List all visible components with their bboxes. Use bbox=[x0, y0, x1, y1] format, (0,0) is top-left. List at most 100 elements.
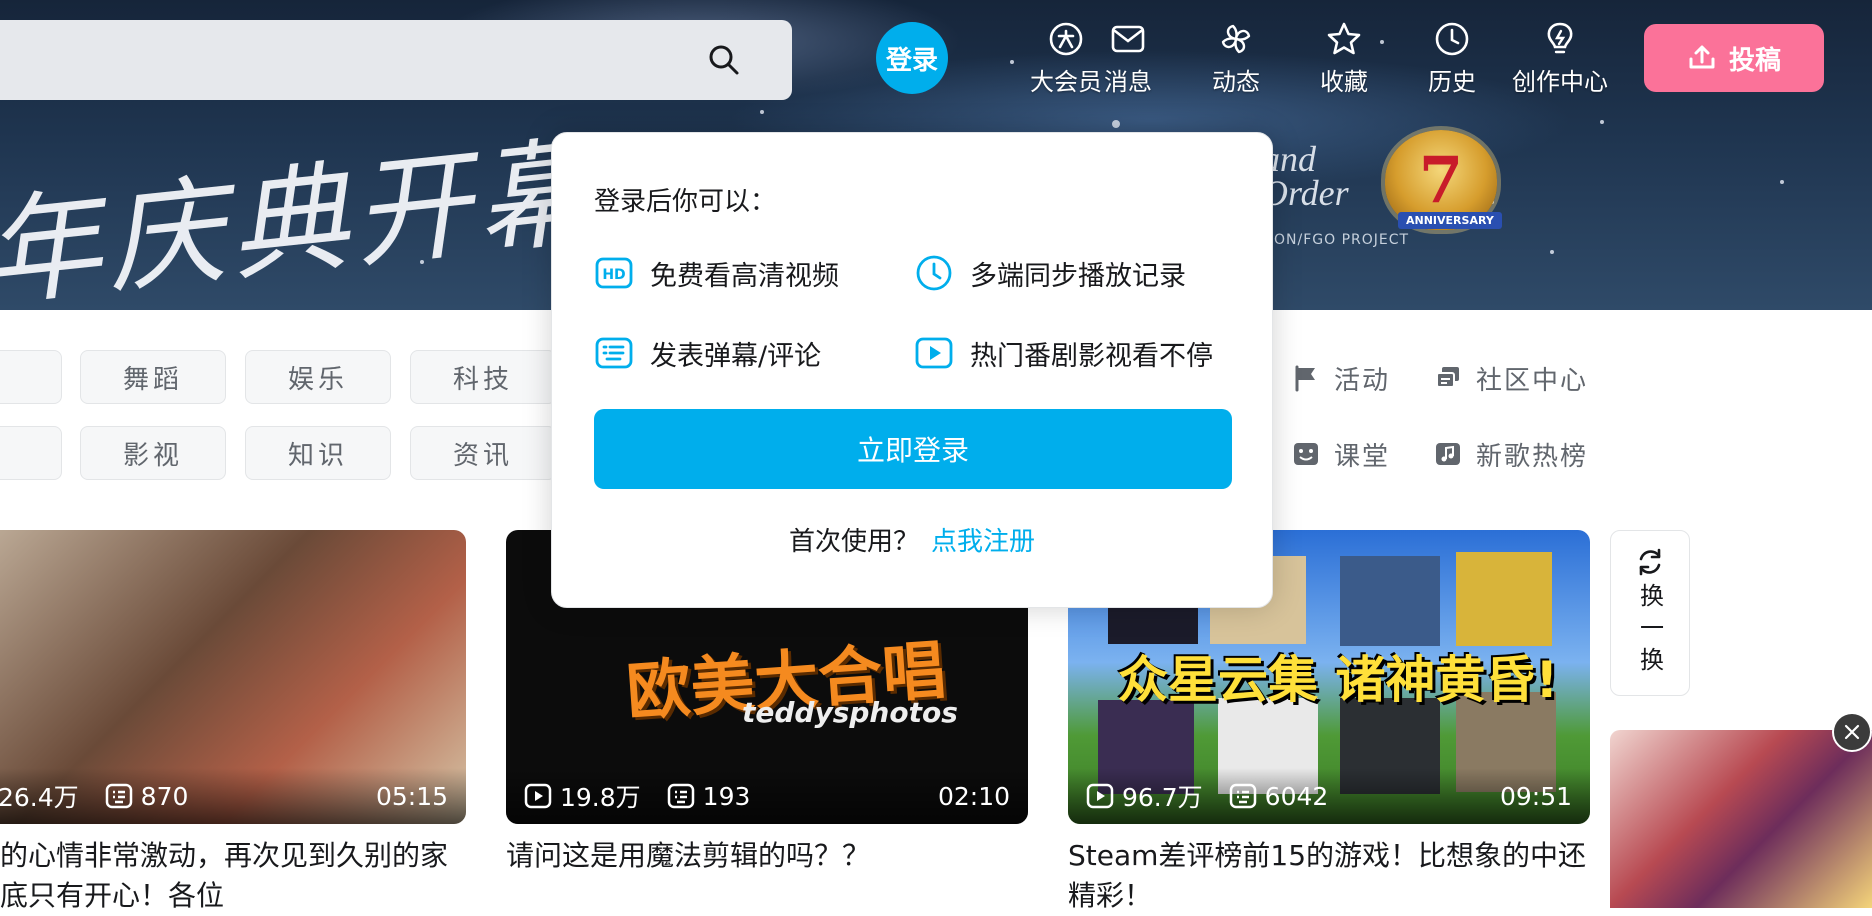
clock-icon bbox=[1435, 22, 1469, 56]
benefit-item: HD 免费看高清视频 bbox=[594, 253, 839, 293]
view-count-value: 19.8万 bbox=[560, 783, 641, 812]
nav-messages-label: 消息 bbox=[1104, 68, 1152, 96]
register-prompt: 首次使用？ 点我注册 bbox=[552, 521, 1272, 558]
danmaku-icon bbox=[667, 783, 694, 809]
ad-thumbnail[interactable] bbox=[1610, 730, 1872, 908]
category-tag[interactable]: 影视 bbox=[80, 426, 226, 480]
nav-history[interactable]: 历史 bbox=[1402, 20, 1502, 100]
category-tag[interactable]: 乐 bbox=[0, 426, 62, 480]
view-count-value: 26.4万 bbox=[0, 783, 79, 812]
banner-logo-line1: and bbox=[1262, 139, 1316, 179]
ad-close-button[interactable] bbox=[1832, 712, 1872, 752]
pinwheel-icon bbox=[1221, 24, 1251, 54]
side-link-community[interactable]: 社区中心 bbox=[1434, 356, 1588, 400]
video-duration: 02:10 bbox=[937, 781, 1010, 811]
side-link-activity[interactable]: 活动 bbox=[1292, 356, 1390, 400]
benefit-label: 免费看高清视频 bbox=[650, 260, 839, 292]
play-icon bbox=[915, 337, 953, 369]
register-link[interactable]: 点我注册 bbox=[931, 527, 1035, 557]
nav-creator-center[interactable]: 创作中心 bbox=[1510, 20, 1610, 100]
side-link-classroom[interactable]: 课堂 bbox=[1292, 432, 1390, 476]
video-thumbnail[interactable]: 26.4万 870 05:15 bbox=[0, 530, 466, 824]
message-icon bbox=[1111, 25, 1145, 53]
video-title[interactable]: 请问这是用魔法剪辑的吗？？ bbox=[506, 836, 1028, 916]
login-now-button[interactable]: 立即登录 bbox=[594, 409, 1232, 489]
nav-dynamics-label: 动态 bbox=[1212, 68, 1260, 96]
upload-button[interactable]: 投稿 bbox=[1644, 24, 1824, 92]
benefit-label: 发表弹幕/评论 bbox=[650, 340, 822, 372]
search-icon[interactable] bbox=[706, 42, 742, 78]
benefit-item: 发表弹幕/评论 bbox=[594, 333, 821, 373]
search-input[interactable] bbox=[20, 38, 704, 84]
benefit-label: 热门番剧影视看不停 bbox=[970, 340, 1213, 372]
benefit-item: 多端同步播放记录 bbox=[914, 253, 1186, 293]
login-popover: 登录后你可以： HD 免费看高清视频 多端同步播放记录 发表弹幕/评论 热门番剧… bbox=[551, 132, 1273, 608]
thumbnail-overlay-text: 众星云集 诸神黄昏! bbox=[1118, 651, 1559, 709]
danmaku-count: 193 bbox=[667, 781, 751, 811]
side-link-label: 活动 bbox=[1334, 365, 1391, 396]
svg-text:HD: HD bbox=[602, 267, 625, 283]
danmaku-icon bbox=[105, 783, 132, 809]
nav-favorites[interactable]: 收藏 bbox=[1294, 20, 1394, 100]
nav-messages[interactable]: 消息 bbox=[1078, 20, 1178, 100]
refresh-button[interactable]: 换一换 bbox=[1610, 530, 1690, 696]
video-duration: 09:51 bbox=[1499, 781, 1572, 811]
login-avatar-button[interactable]: 登录 bbox=[876, 22, 948, 94]
view-count: 19.8万 bbox=[524, 778, 641, 814]
side-link-label: 社区中心 bbox=[1476, 365, 1589, 396]
game-cover bbox=[1340, 556, 1440, 646]
popover-title: 登录后你可以： bbox=[594, 187, 777, 217]
upload-icon bbox=[1689, 45, 1715, 69]
clock-icon bbox=[916, 255, 952, 291]
side-link-label: 新歌热榜 bbox=[1476, 441, 1589, 472]
lightbulb-icon bbox=[1547, 22, 1573, 54]
classroom-icon bbox=[1294, 443, 1318, 465]
nav-history-label: 历史 bbox=[1428, 68, 1476, 96]
side-link-label: 课堂 bbox=[1334, 441, 1391, 472]
upload-label: 投稿 bbox=[1728, 45, 1781, 76]
game-cover bbox=[1456, 552, 1552, 646]
video-title[interactable]: Steam差评榜前15的游戏！比想象的中还精彩！ bbox=[1068, 836, 1590, 916]
video-title[interactable]: 到家的心情非常激动，再次见到久别的家人心底只有开心！各位 bbox=[0, 836, 466, 916]
category-tag[interactable]: 资讯 bbox=[410, 426, 556, 480]
view-count-value: 96.7万 bbox=[1122, 783, 1203, 812]
view-count: 26.4万 bbox=[0, 778, 79, 814]
banner-logo-sub: OON/FGO PROJECT bbox=[1262, 232, 1410, 248]
refresh-icon bbox=[1639, 548, 1661, 576]
hd-icon: HD bbox=[595, 257, 633, 289]
banner-logo-line2: Order bbox=[1262, 173, 1349, 213]
video-meta: 96.7万 6042 09:51 bbox=[1068, 768, 1590, 824]
close-icon bbox=[1844, 724, 1860, 740]
video-meta: 26.4万 870 05:15 bbox=[0, 768, 466, 824]
nav-favorites-label: 收藏 bbox=[1320, 68, 1368, 96]
category-tag[interactable]: 科技 bbox=[410, 350, 556, 404]
view-count: 96.7万 bbox=[1086, 778, 1203, 814]
star-icon bbox=[1327, 22, 1361, 55]
side-link-music[interactable]: 新歌热榜 bbox=[1434, 432, 1588, 476]
search-bar bbox=[0, 20, 792, 100]
danmaku-count-value: 870 bbox=[140, 781, 189, 811]
category-tag[interactable]: 娱乐 bbox=[245, 350, 391, 404]
banner-logo: and Order bbox=[1262, 139, 1349, 213]
benefit-item: 热门番剧影视看不停 bbox=[914, 333, 1213, 373]
benefit-label: 多端同步播放记录 bbox=[970, 260, 1186, 292]
flag-icon bbox=[1295, 365, 1315, 392]
anniversary-ribbon: ANNIVERSARY bbox=[1398, 212, 1502, 229]
nav-dynamics[interactable]: 动态 bbox=[1186, 20, 1286, 100]
thumbnail-overlay-handle: teddysphotos bbox=[742, 696, 958, 729]
danmaku-icon bbox=[1229, 783, 1256, 809]
video-meta: 19.8万 193 02:10 bbox=[506, 768, 1028, 824]
category-tag[interactable]: 畜 bbox=[0, 350, 62, 404]
nav-creator-label: 创作中心 bbox=[1512, 68, 1608, 96]
danmaku-icon bbox=[595, 337, 633, 369]
community-icon bbox=[1436, 367, 1459, 388]
danmaku-count-value: 193 bbox=[702, 781, 751, 811]
danmaku-count-value: 6042 bbox=[1264, 781, 1329, 811]
danmaku-count: 6042 bbox=[1229, 781, 1329, 811]
play-count-icon bbox=[1086, 783, 1114, 809]
video-card: 26.4万 870 05:15 到家的心情非常激动，再次见到久别的家人心底只有开… bbox=[0, 530, 466, 916]
anniversary-number: 7 bbox=[1418, 142, 1464, 218]
category-tag[interactable]: 舞蹈 bbox=[80, 350, 226, 404]
music-icon bbox=[1436, 443, 1460, 465]
category-tag[interactable]: 知识 bbox=[245, 426, 391, 480]
